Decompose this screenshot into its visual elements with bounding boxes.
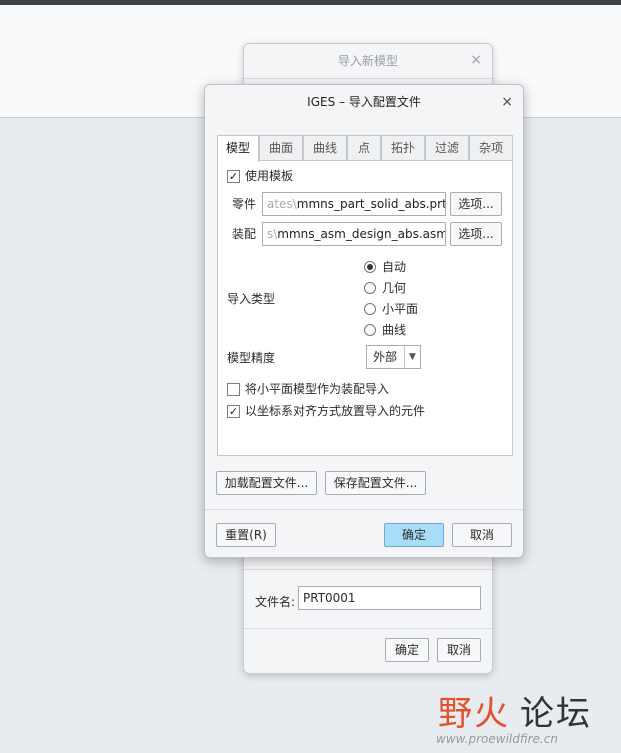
chevron-down-icon: ▼	[404, 346, 420, 368]
tab-misc[interactable]: 杂项	[469, 135, 513, 161]
tab-topology[interactable]: 拓扑	[381, 135, 425, 161]
close-icon[interactable]: ×	[470, 53, 482, 67]
divider	[244, 628, 492, 629]
tab-surface[interactable]: 曲面	[259, 135, 303, 161]
import-type-auto-label: 自动	[382, 260, 407, 274]
part-label: 零件	[232, 197, 257, 211]
import-type-curve-radio[interactable]	[364, 324, 376, 336]
assembly-path-prefix: s\	[267, 227, 278, 241]
divider	[205, 509, 523, 510]
import-type-geometry-label: 几何	[382, 281, 407, 295]
csys-align-checkbox[interactable]: ✓	[227, 405, 240, 418]
tab-model[interactable]: 模型	[217, 135, 259, 162]
ok-button[interactable]: 确定	[384, 523, 444, 547]
precision-value: 外部	[372, 350, 397, 364]
import-type-facet-radio[interactable]	[364, 303, 376, 315]
use-template-label: 使用模板	[245, 169, 294, 183]
part-path-value: mmns_part_solid_abs.prt	[296, 197, 446, 211]
facet-as-assembly-checkbox[interactable]	[227, 383, 240, 396]
import-type-auto-radio[interactable]	[364, 261, 376, 273]
filename-input[interactable]: PRT0001	[298, 586, 481, 610]
tab-point[interactable]: 点	[347, 135, 381, 161]
use-template-checkbox[interactable]: ✓	[227, 170, 240, 183]
dialog-title: IGES – 导入配置文件	[307, 95, 421, 109]
import-type-geometry-radio[interactable]	[364, 282, 376, 294]
divider	[244, 78, 492, 79]
csys-align-label: 以坐标系对齐方式放置导入的元件	[245, 404, 426, 418]
reset-button[interactable]: 重置(R)	[216, 523, 276, 547]
cancel-button[interactable]: 取消	[452, 523, 512, 547]
watermark-logo: 野火 论坛 www.proewildfire.cn	[430, 672, 620, 752]
save-config-button[interactable]: 保存配置文件...	[325, 471, 426, 495]
cancel-button[interactable]: 取消	[437, 638, 481, 662]
tab-bar: 模型 曲面 曲线 点 拓扑 过滤 杂项	[217, 135, 513, 162]
watermark-brand-red: 野火	[438, 694, 510, 734]
precision-select[interactable]: 外部 ▼	[366, 345, 421, 369]
assembly-template-field[interactable]: s\mmns_asm_design_abs.asm	[262, 222, 446, 246]
close-icon[interactable]: ×	[501, 95, 513, 109]
part-path-prefix: ates\	[267, 197, 297, 211]
assembly-options-button[interactable]: 选项...	[450, 222, 502, 246]
import-type-curve-label: 曲线	[382, 323, 407, 337]
precision-label: 模型精度	[227, 351, 276, 365]
load-config-button[interactable]: 加载配置文件...	[216, 471, 317, 495]
facet-as-assembly-label: 将小平面模型作为装配导入	[245, 382, 390, 396]
ok-button[interactable]: 确定	[385, 638, 429, 662]
import-type-label: 导入类型	[227, 292, 276, 306]
divider	[244, 569, 492, 570]
part-options-button[interactable]: 选项...	[450, 192, 502, 216]
filename-label: 文件名:	[255, 595, 296, 609]
assembly-label: 装配	[232, 227, 257, 241]
import-type-facet-label: 小平面	[382, 302, 419, 316]
tab-filter[interactable]: 过滤	[425, 135, 469, 161]
tab-curve[interactable]: 曲线	[303, 135, 347, 161]
assembly-path-value: mmns_asm_design_abs.asm	[277, 227, 446, 241]
watermark-brand-dark: 论坛	[520, 694, 592, 734]
watermark-url: www.proewildfire.cn	[436, 732, 558, 746]
part-template-field[interactable]: ates\mmns_part_solid_abs.prt	[262, 192, 446, 216]
iges-import-config-dialog: IGES – 导入配置文件 × 模型 曲面 曲线 点 拓扑 过滤 杂项 ✓ 使用…	[204, 84, 524, 558]
tab-panel: 模型 曲面 曲线 点 拓扑 过滤 杂项 ✓ 使用模板 零件 ates\mmns_…	[217, 135, 513, 456]
model-tab-content: ✓ 使用模板 零件 ates\mmns_part_solid_abs.prt 选…	[217, 160, 513, 456]
dialog-title: 导入新模型	[337, 54, 398, 68]
